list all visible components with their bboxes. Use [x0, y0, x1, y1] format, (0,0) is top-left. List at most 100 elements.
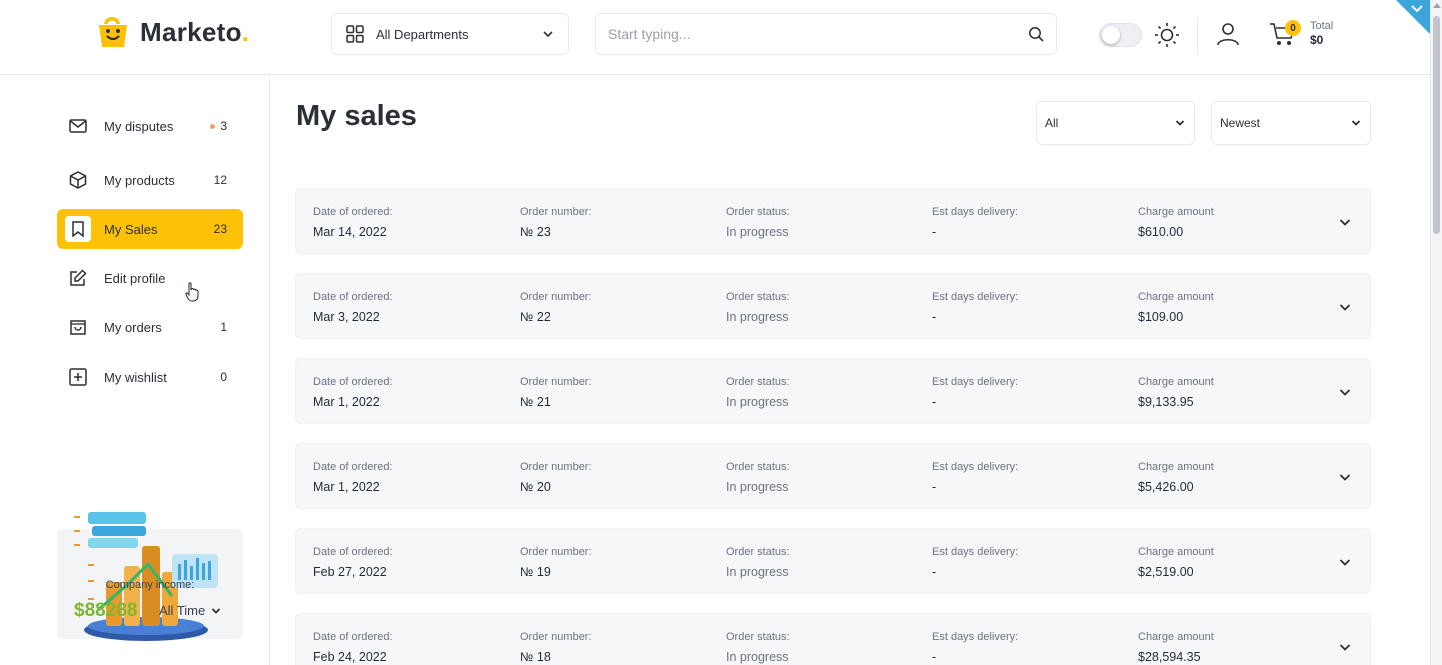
- sidebar-item-my-orders[interactable]: My orders 1: [57, 307, 243, 347]
- order-number-cell: Order number: № 23: [520, 205, 592, 241]
- order-number-cell: Order number: № 19: [520, 545, 592, 581]
- order-date-value: Feb 27, 2022: [313, 565, 387, 579]
- order-status-cell: Order status: In progress: [726, 460, 790, 496]
- order-amount-cell: Charge amount $5,426.00: [1138, 460, 1214, 496]
- expand-chevron-icon[interactable]: [1338, 300, 1352, 314]
- chevron-down-icon: [1351, 120, 1361, 126]
- plus-square-icon: [69, 368, 87, 386]
- order-amount-label: Charge amount: [1138, 291, 1214, 303]
- sidebar-item-count: 12: [213, 173, 227, 187]
- sidebar-item-count: 1: [220, 320, 227, 334]
- corner-ribbon-chevron-icon[interactable]: [1396, 0, 1430, 34]
- order-status-value: In progress: [726, 395, 789, 409]
- top-header: Marketo. All Departments Start typing...…: [0, 0, 1430, 75]
- order-date-value: Mar 3, 2022: [313, 310, 380, 324]
- order-status-cell: Order status: In progress: [726, 205, 790, 241]
- theme-toggle[interactable]: [1099, 23, 1142, 47]
- order-date-label: Date of ordered:: [313, 546, 393, 558]
- sidebar-item-count: 0: [220, 370, 227, 384]
- order-delivery-value: -: [932, 225, 937, 239]
- order-date-value: Mar 14, 2022: [313, 225, 387, 239]
- header-divider: [1197, 18, 1198, 54]
- order-date-label: Date of ordered:: [313, 631, 393, 643]
- order-number-label: Order number:: [520, 546, 592, 558]
- order-date-label: Date of ordered:: [313, 291, 393, 303]
- sidebar-item-my-wishlist[interactable]: My wishlist 0: [57, 357, 243, 397]
- order-row[interactable]: Date of ordered: Mar 14, 2022 Order number…: [295, 188, 1371, 254]
- page-title: My sales: [296, 100, 417, 132]
- notification-dot: [210, 124, 216, 130]
- sidebar-item-my-disputes[interactable]: My disputes 3: [57, 106, 243, 146]
- cart-count-badge: 0: [1285, 20, 1301, 36]
- order-status-label: Order status:: [726, 631, 790, 643]
- scroll-thumb[interactable]: [1433, 16, 1440, 234]
- order-amount-value: $9,133.95: [1138, 395, 1194, 409]
- order-row[interactable]: Date of ordered: Mar 1, 2022 Order number:…: [295, 443, 1371, 509]
- order-status-label: Order status:: [726, 291, 790, 303]
- sidebar-item-my-sales[interactable]: My Sales 23: [57, 209, 243, 249]
- order-status-cell: Order status: In progress: [726, 630, 790, 665]
- search-icon[interactable]: [1028, 26, 1044, 42]
- sort-select[interactable]: Newest: [1211, 101, 1371, 145]
- order-row[interactable]: Date of ordered: Mar 3, 2022 Order number:…: [295, 273, 1371, 339]
- order-delivery-label: Est days delivery:: [932, 206, 1019, 218]
- order-delivery-label: Est days delivery:: [932, 546, 1019, 558]
- order-date-label: Date of ordered:: [313, 461, 393, 473]
- search-input[interactable]: [608, 26, 1028, 42]
- order-date-cell: Date of ordered: Mar 14, 2022: [313, 205, 393, 241]
- all-departments-dropdown[interactable]: All Departments: [331, 13, 569, 55]
- expand-chevron-icon[interactable]: [1338, 470, 1352, 484]
- order-number-value: № 20: [520, 480, 551, 494]
- status-filter-select[interactable]: All: [1036, 101, 1195, 145]
- expand-chevron-icon[interactable]: [1338, 640, 1352, 654]
- expand-chevron-icon[interactable]: [1338, 385, 1352, 399]
- order-number-cell: Order number: № 20: [520, 460, 592, 496]
- order-number-value: № 19: [520, 565, 551, 579]
- logo-text: Marketo.: [140, 16, 250, 47]
- sidebar-item-edit-profile[interactable]: Edit profile: [57, 258, 243, 298]
- sidebar-item-my-products[interactable]: My products 12: [57, 160, 243, 200]
- mail-icon: [69, 117, 87, 135]
- hand-cursor-icon: [185, 282, 199, 302]
- order-delivery-value: -: [932, 480, 937, 494]
- order-delivery-cell: Est days delivery: -: [932, 460, 1018, 496]
- order-number-cell: Order number: № 18: [520, 630, 592, 665]
- income-period-dropdown[interactable]: All Time: [159, 603, 222, 618]
- order-status-cell: Order status: In progress: [726, 545, 790, 581]
- order-delivery-label: Est days delivery:: [932, 461, 1019, 473]
- cart-total[interactable]: Total $0: [1310, 19, 1333, 47]
- order-delivery-cell: Est days delivery: -: [932, 545, 1018, 581]
- expand-chevron-icon[interactable]: [1338, 555, 1352, 569]
- toggle-knob: [1102, 26, 1120, 44]
- sidebar-item-label: My products: [104, 172, 175, 188]
- search-bar: [595, 13, 1057, 55]
- scroll-up-arrow-icon[interactable]: [1433, 3, 1441, 8]
- page-scrollbar[interactable]: [1430, 0, 1442, 665]
- sidebar-item-label: My orders: [104, 319, 162, 335]
- order-row[interactable]: Date of ordered: Mar 1, 2022 Order number:…: [295, 358, 1371, 424]
- order-number-label: Order number:: [520, 631, 592, 643]
- order-status-label: Order status:: [726, 376, 790, 388]
- order-delivery-cell: Est days delivery: -: [932, 290, 1018, 326]
- order-number-cell: Order number: № 22: [520, 290, 592, 326]
- order-date-value: Mar 1, 2022: [313, 395, 380, 409]
- order-row[interactable]: Date of ordered: Feb 24, 2022 Order number…: [295, 613, 1371, 665]
- sidebar-item-count: 23: [213, 222, 227, 236]
- order-status-value: In progress: [726, 310, 789, 324]
- order-amount-value: $5,426.00: [1138, 480, 1194, 494]
- order-date-value: Feb 24, 2022: [313, 650, 387, 664]
- shopping-bag-icon: [69, 318, 87, 336]
- order-number-label: Order number:: [520, 376, 592, 388]
- edit-icon: [69, 269, 87, 287]
- user-icon[interactable]: [1216, 21, 1240, 47]
- expand-chevron-icon[interactable]: [1338, 215, 1352, 229]
- order-number-value: № 22: [520, 310, 551, 324]
- order-amount-label: Charge amount: [1138, 376, 1214, 388]
- order-delivery-value: -: [932, 310, 937, 324]
- chevron-down-icon: [543, 31, 553, 38]
- sun-icon[interactable]: [1153, 21, 1181, 49]
- order-status-cell: Order status: In progress: [726, 375, 790, 411]
- status-filter-value: All: [1045, 116, 1059, 130]
- order-row[interactable]: Date of ordered: Feb 27, 2022 Order number…: [295, 528, 1371, 594]
- logo[interactable]: Marketo.: [94, 13, 249, 51]
